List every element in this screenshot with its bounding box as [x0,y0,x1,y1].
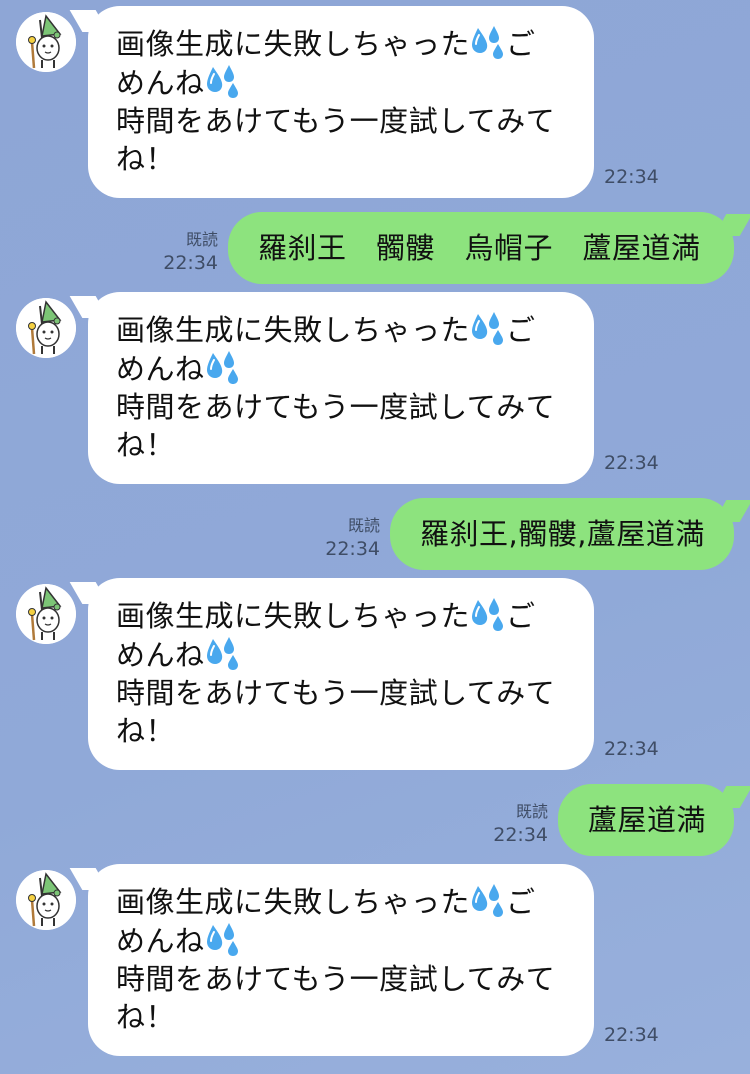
message-text: めんね [116,352,205,386]
bot-avatar-icon[interactable] [16,12,76,72]
bot-avatar-icon[interactable] [16,870,76,930]
incoming-message-bubble[interactable]: 画像生成に失敗しちゃった ご めんね 時間をあけてもう一度試してみて ね！ [88,292,594,484]
message-time: 22:34 [604,452,659,474]
message-text: 画像生成に失敗しちゃった [116,885,471,919]
message-text: 時間をあけてもう一度試してみて [116,390,556,424]
sweat-droplets-icon [205,349,241,385]
message-text: 時間をあけてもう一度試してみて [116,962,556,996]
read-receipt: 既読 [185,230,218,249]
message-meta: 既読 22:34 [493,801,548,847]
message-text: 時間をあけてもう一度試してみて [116,676,556,710]
sweat-droplets-icon [470,596,506,632]
sweat-droplets-icon [205,635,241,671]
incoming-message-bubble[interactable]: 画像生成に失敗しちゃった ご めんね 時間をあけてもう一度試してみて ね！ [88,6,594,198]
outgoing-message-bubble[interactable]: 蘆屋道満 [558,784,734,856]
incoming-message-bubble[interactable]: 画像生成に失敗しちゃった ご めんね 時間をあけてもう一度試してみて ね！ [88,864,594,1056]
message-text: 画像生成に失敗しちゃった [116,313,471,347]
message-text: ね！ [116,1000,176,1034]
bot-avatar-icon[interactable] [16,584,76,644]
message-text: ご [506,885,536,919]
message-time: 22:34 [604,1024,659,1046]
sweat-droplets-icon [205,921,241,957]
message-time: 22:34 [604,166,659,188]
sweat-droplets-icon [470,882,506,918]
read-receipt: 既読 [515,802,548,821]
message-text: 画像生成に失敗しちゃった [116,599,471,633]
message-meta: 既読 22:34 [163,229,218,275]
message-text: ご [506,599,536,633]
message-text: 画像生成に失敗しちゃった [116,27,471,61]
message-time: 22:34 [604,738,659,760]
read-receipt: 既読 [347,516,380,535]
sweat-droplets-icon [470,24,506,60]
sweat-droplets-icon [470,310,506,346]
incoming-message-bubble[interactable]: 画像生成に失敗しちゃった ご めんね 時間をあけてもう一度試してみて ね！ [88,578,594,770]
message-text: ね！ [116,142,176,176]
outgoing-message-bubble[interactable]: 羅刹王,髑髏,蘆屋道満 [390,498,734,570]
message-text: ご [506,27,536,61]
chat-area[interactable]: 画像生成に失敗しちゃったご めんね 時間をあけてもう一度試してみて ね！ 22:… [0,0,750,1074]
bot-avatar-icon[interactable] [16,298,76,358]
message-text: ね！ [116,714,176,748]
message-time: 22:34 [493,824,548,846]
message-text: 時間をあけてもう一度試してみて [116,104,556,138]
message-text: めんね [116,66,205,100]
message-text: めんね [116,924,205,958]
message-time: 22:34 [163,252,218,274]
message-text: めんね [116,638,205,672]
sweat-droplets-icon [205,63,241,99]
message-meta: 既読 22:34 [325,515,380,561]
outgoing-message-bubble[interactable]: 羅刹王 髑髏 烏帽子 蘆屋道満 [228,212,734,284]
message-text: ね！ [116,428,176,462]
message-time: 22:34 [325,538,380,560]
message-text: ご [506,313,536,347]
